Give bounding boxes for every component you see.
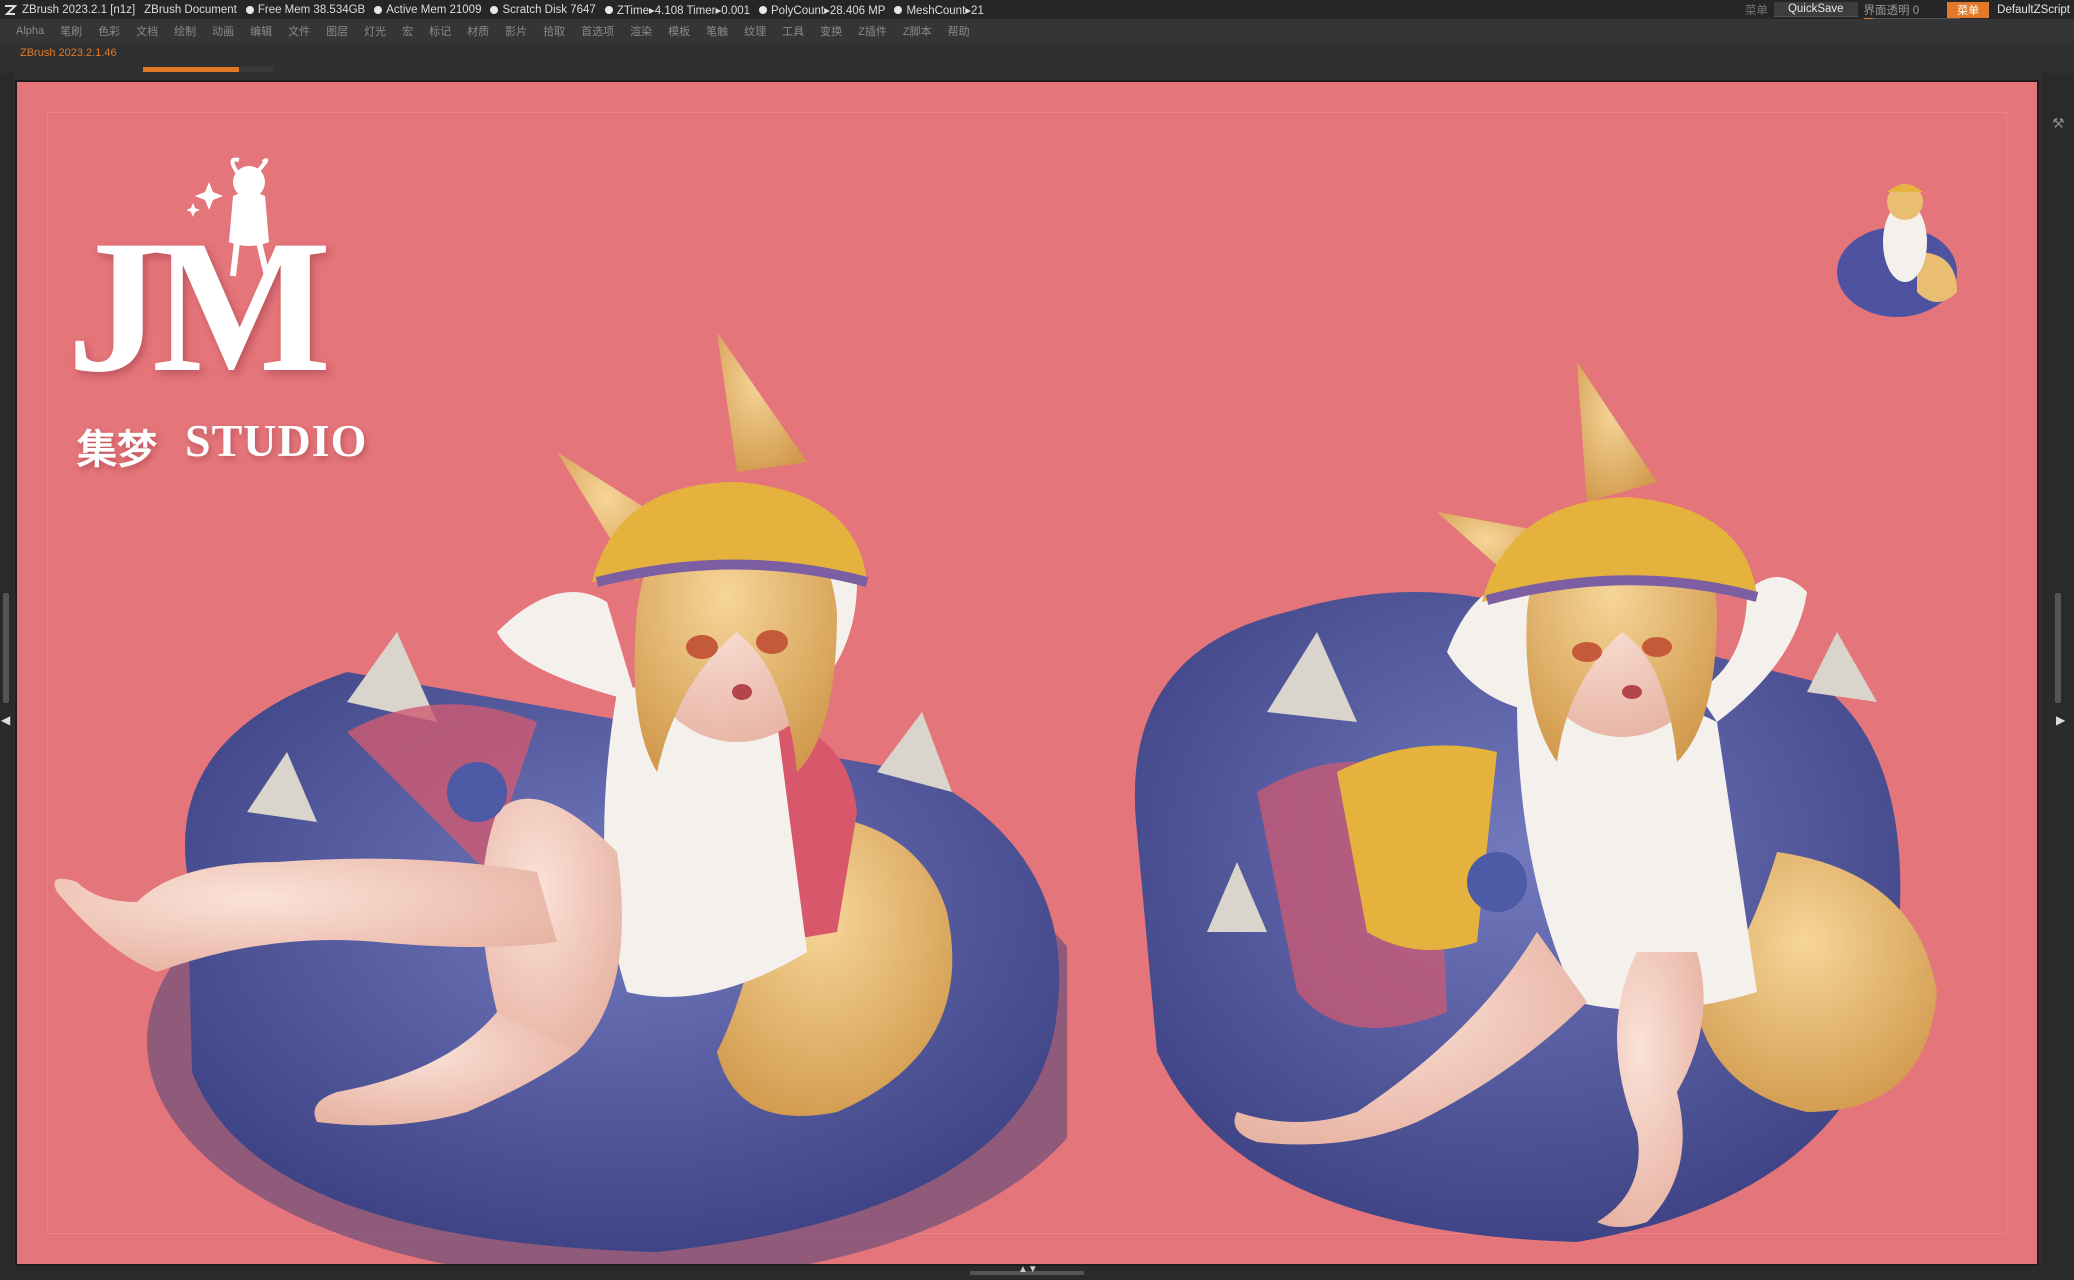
stat-polycount: PolyCount▸28.406 MP <box>759 3 885 17</box>
menu-button[interactable]: 菜单 <box>1947 1 1990 18</box>
menu-item[interactable]: Z插件 <box>858 23 887 39</box>
status-dot-icon <box>604 5 613 14</box>
menu-item[interactable]: 灯光 <box>364 23 386 39</box>
quicksave-button[interactable]: QuickSave <box>1773 2 1858 17</box>
stat-label: PolyCount▸28.406 MP <box>771 4 886 17</box>
menu-item[interactable]: 宏 <box>402 23 413 39</box>
status-dot-icon <box>759 5 768 14</box>
menu-item[interactable]: 编辑 <box>250 23 272 39</box>
menu-item[interactable]: 色彩 <box>98 23 120 39</box>
right-tray: ⚒ ▶ <box>2042 73 2074 1280</box>
left-tray-handle[interactable] <box>3 593 9 703</box>
menu-item[interactable]: 动画 <box>212 23 234 39</box>
stat-meshcount: MeshCount▸21 <box>894 3 984 17</box>
menu-label: 菜单 <box>1744 4 1768 17</box>
progress-bar <box>143 67 273 72</box>
menu-item[interactable]: 文件 <box>288 23 310 39</box>
main-menu-bar: Alpha 笔刷 色彩 文档 绘制 动画 编辑 文件 图层 灯光宏标记 材质 影片 拾取 首选项 渲染 模板笔… <box>0 19 2074 43</box>
menu-item[interactable]: 工具 <box>782 23 804 39</box>
menu-item[interactable]: 模板 <box>668 23 690 39</box>
stat-ztime: ZTime▸4.108 Timer▸0.001 <box>604 3 751 17</box>
menu-item[interactable]: 首选项 <box>581 23 614 39</box>
menu-item[interactable]: 标记 <box>429 23 451 39</box>
navigation-thumbnail[interactable] <box>1827 162 1977 322</box>
bottom-tray: ▲▼ <box>0 1264 2074 1280</box>
tool-icon[interactable]: ⚒ <box>2052 115 2065 132</box>
status-dot-icon <box>374 5 383 14</box>
stat-active-mem: Active Mem 21009 <box>374 4 481 16</box>
status-dot-icon <box>490 5 499 14</box>
document-bar: ZBrush 2023.2.1.46 <box>0 43 2074 73</box>
menu-item[interactable]: 帮助 <box>948 23 970 39</box>
transparency-label: 界面透明 0 <box>1863 4 1920 17</box>
stat-free-mem: Free Mem 38.534GB <box>245 3 366 16</box>
menu-item[interactable]: 笔刷 <box>60 23 82 39</box>
stat-label: ZTime▸4.108 Timer▸0.001 <box>616 4 751 17</box>
stat-label: Scratch Disk 7647 <box>502 3 596 16</box>
stat-scratch-disk: Scratch Disk 7647 <box>490 3 596 16</box>
title-bar: ZBrush 2023.2.1 [n1z] ZBrush Document Fr… <box>0 0 2074 21</box>
menu-item[interactable]: 渲染 <box>630 23 652 39</box>
fox-girl-render-side <box>1134 362 1937 1242</box>
zbrush-app-icon[interactable] <box>3 3 17 17</box>
fox-girl-render-front <box>54 332 1067 1264</box>
expand-left-arrow-icon[interactable]: ◀ <box>1 713 10 727</box>
status-dot-icon <box>894 5 903 14</box>
progress-fill <box>143 67 240 72</box>
interface-transparency-slider[interactable]: 界面透明 0 <box>1863 2 1960 21</box>
document-canvas[interactable]: JM 集梦 STUDIO <box>15 80 2039 1266</box>
menu-item[interactable]: 绘制 <box>174 23 196 39</box>
stat-label: Free Mem 38.534GB <box>257 3 366 16</box>
stat-label: MeshCount▸21 <box>906 4 984 17</box>
document-name: ZBrush Document <box>144 3 237 16</box>
menu-item[interactable]: 文档 <box>136 23 158 39</box>
expand-bottom-arrow-icon[interactable]: ▲▼ <box>1018 1264 1038 1275</box>
version-label: ZBrush 2023.2.1.46 <box>20 47 117 59</box>
menu-item[interactable]: 笔触 <box>706 23 728 39</box>
default-zscript-button[interactable]: DefaultZScript <box>1997 4 2070 16</box>
status-dot-icon <box>245 5 254 14</box>
menu-item[interactable]: 变换 <box>820 23 842 39</box>
titlebar-right-group: 菜单 QuickSave 界面透明 0 菜单 DefaultZScript <box>1744 0 2074 21</box>
app-title: ZBrush 2023.2.1 [n1z] <box>22 3 136 16</box>
expand-right-arrow-icon[interactable]: ▶ <box>2056 713 2065 727</box>
menu-item[interactable]: 影片 <box>505 23 527 39</box>
menu-item[interactable]: 拾取 <box>543 23 565 39</box>
right-tray-handle[interactable] <box>2055 593 2061 703</box>
menu-item[interactable]: 材质 <box>467 23 489 39</box>
menu-item[interactable]: Alpha <box>16 25 44 37</box>
left-tray: ◀ <box>0 73 14 1280</box>
menu-item[interactable]: Z脚本 <box>903 23 932 39</box>
stat-label: Active Mem 21009 <box>386 3 482 16</box>
menu-item[interactable]: 图层 <box>326 23 348 39</box>
menu-item[interactable]: 纹理 <box>744 23 766 39</box>
